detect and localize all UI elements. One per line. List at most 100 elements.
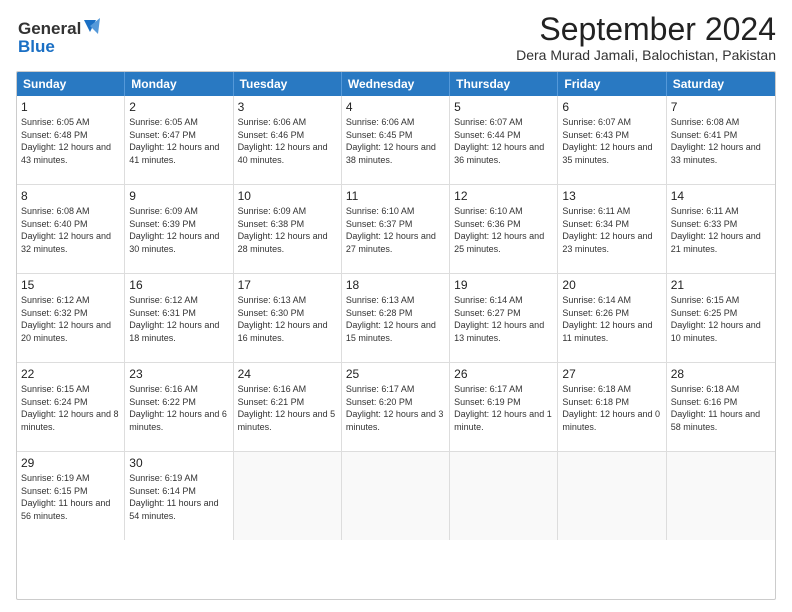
page: General Blue September 2024 Dera Murad J… (0, 0, 792, 612)
day-number: 11 (346, 188, 445, 204)
cell-3-mon: 16 Sunrise: 6:12 AM Sunset: 6:31 PM Dayl… (125, 274, 233, 362)
day-number: 2 (129, 99, 228, 115)
cell-2-sat: 14 Sunrise: 6:11 AM Sunset: 6:33 PM Dayl… (667, 185, 775, 273)
day-number: 17 (238, 277, 337, 293)
cell-3-tue: 17 Sunrise: 6:13 AM Sunset: 6:30 PM Dayl… (234, 274, 342, 362)
week-row-3: 15 Sunrise: 6:12 AM Sunset: 6:32 PM Dayl… (17, 274, 775, 363)
cell-2-wed: 11 Sunrise: 6:10 AM Sunset: 6:37 PM Dayl… (342, 185, 450, 273)
cell-info: Sunrise: 6:05 AM Sunset: 6:48 PM Dayligh… (21, 116, 120, 166)
cell-2-sun: 8 Sunrise: 6:08 AM Sunset: 6:40 PM Dayli… (17, 185, 125, 273)
header-friday: Friday (558, 72, 666, 96)
day-number: 16 (129, 277, 228, 293)
day-number: 7 (671, 99, 771, 115)
cell-3-sat: 21 Sunrise: 6:15 AM Sunset: 6:25 PM Dayl… (667, 274, 775, 362)
day-number: 30 (129, 455, 228, 471)
calendar-body: 1 Sunrise: 6:05 AM Sunset: 6:48 PM Dayli… (17, 96, 775, 540)
cell-info: Sunrise: 6:06 AM Sunset: 6:46 PM Dayligh… (238, 116, 337, 166)
day-number: 12 (454, 188, 553, 204)
cell-4-fri: 27 Sunrise: 6:18 AM Sunset: 6:18 PM Dayl… (558, 363, 666, 451)
cell-5-sun: 29 Sunrise: 6:19 AM Sunset: 6:15 PM Dayl… (17, 452, 125, 540)
title-block: September 2024 Dera Murad Jamali, Baloch… (516, 12, 776, 63)
cell-info: Sunrise: 6:12 AM Sunset: 6:32 PM Dayligh… (21, 294, 120, 344)
cell-info: Sunrise: 6:15 AM Sunset: 6:24 PM Dayligh… (21, 383, 120, 433)
cell-info: Sunrise: 6:14 AM Sunset: 6:26 PM Dayligh… (562, 294, 661, 344)
cell-3-fri: 20 Sunrise: 6:14 AM Sunset: 6:26 PM Dayl… (558, 274, 666, 362)
cell-info: Sunrise: 6:11 AM Sunset: 6:34 PM Dayligh… (562, 205, 661, 255)
cell-3-wed: 18 Sunrise: 6:13 AM Sunset: 6:28 PM Dayl… (342, 274, 450, 362)
cell-2-fri: 13 Sunrise: 6:11 AM Sunset: 6:34 PM Dayl… (558, 185, 666, 273)
cell-info: Sunrise: 6:08 AM Sunset: 6:41 PM Dayligh… (671, 116, 771, 166)
cell-4-sun: 22 Sunrise: 6:15 AM Sunset: 6:24 PM Dayl… (17, 363, 125, 451)
cell-4-thu: 26 Sunrise: 6:17 AM Sunset: 6:19 PM Dayl… (450, 363, 558, 451)
calendar: Sunday Monday Tuesday Wednesday Thursday… (16, 71, 776, 600)
cell-info: Sunrise: 6:17 AM Sunset: 6:19 PM Dayligh… (454, 383, 553, 433)
day-number: 9 (129, 188, 228, 204)
cell-info: Sunrise: 6:16 AM Sunset: 6:21 PM Dayligh… (238, 383, 337, 433)
cell-info: Sunrise: 6:19 AM Sunset: 6:15 PM Dayligh… (21, 472, 120, 522)
day-number: 8 (21, 188, 120, 204)
calendar-header: Sunday Monday Tuesday Wednesday Thursday… (17, 72, 775, 96)
cell-5-wed (342, 452, 450, 540)
svg-text:Blue: Blue (18, 37, 55, 56)
day-number: 19 (454, 277, 553, 293)
day-number: 10 (238, 188, 337, 204)
cell-4-tue: 24 Sunrise: 6:16 AM Sunset: 6:21 PM Dayl… (234, 363, 342, 451)
week-row-4: 22 Sunrise: 6:15 AM Sunset: 6:24 PM Dayl… (17, 363, 775, 452)
day-number: 20 (562, 277, 661, 293)
cell-1-sun: 1 Sunrise: 6:05 AM Sunset: 6:48 PM Dayli… (17, 96, 125, 184)
cell-1-wed: 4 Sunrise: 6:06 AM Sunset: 6:45 PM Dayli… (342, 96, 450, 184)
cell-1-fri: 6 Sunrise: 6:07 AM Sunset: 6:43 PM Dayli… (558, 96, 666, 184)
cell-3-sun: 15 Sunrise: 6:12 AM Sunset: 6:32 PM Dayl… (17, 274, 125, 362)
day-number: 25 (346, 366, 445, 382)
header-saturday: Saturday (667, 72, 775, 96)
cell-info: Sunrise: 6:11 AM Sunset: 6:33 PM Dayligh… (671, 205, 771, 255)
week-row-1: 1 Sunrise: 6:05 AM Sunset: 6:48 PM Dayli… (17, 96, 775, 185)
cell-info: Sunrise: 6:10 AM Sunset: 6:36 PM Dayligh… (454, 205, 553, 255)
header: General Blue September 2024 Dera Murad J… (16, 12, 776, 65)
cell-1-sat: 7 Sunrise: 6:08 AM Sunset: 6:41 PM Dayli… (667, 96, 775, 184)
cell-3-thu: 19 Sunrise: 6:14 AM Sunset: 6:27 PM Dayl… (450, 274, 558, 362)
cell-1-mon: 2 Sunrise: 6:05 AM Sunset: 6:47 PM Dayli… (125, 96, 233, 184)
header-sunday: Sunday (17, 72, 125, 96)
day-number: 6 (562, 99, 661, 115)
day-number: 5 (454, 99, 553, 115)
cell-2-thu: 12 Sunrise: 6:10 AM Sunset: 6:36 PM Dayl… (450, 185, 558, 273)
logo-text: General Blue (16, 12, 106, 65)
cell-2-tue: 10 Sunrise: 6:09 AM Sunset: 6:38 PM Dayl… (234, 185, 342, 273)
day-number: 24 (238, 366, 337, 382)
cell-5-sat (667, 452, 775, 540)
day-number: 26 (454, 366, 553, 382)
cell-2-mon: 9 Sunrise: 6:09 AM Sunset: 6:39 PM Dayli… (125, 185, 233, 273)
day-number: 18 (346, 277, 445, 293)
cell-4-sat: 28 Sunrise: 6:18 AM Sunset: 6:16 PM Dayl… (667, 363, 775, 451)
cell-info: Sunrise: 6:13 AM Sunset: 6:28 PM Dayligh… (346, 294, 445, 344)
header-monday: Monday (125, 72, 233, 96)
cell-5-thu (450, 452, 558, 540)
day-number: 27 (562, 366, 661, 382)
day-number: 28 (671, 366, 771, 382)
day-number: 15 (21, 277, 120, 293)
day-number: 3 (238, 99, 337, 115)
cell-1-thu: 5 Sunrise: 6:07 AM Sunset: 6:44 PM Dayli… (450, 96, 558, 184)
day-number: 21 (671, 277, 771, 293)
logo: General Blue (16, 12, 106, 65)
day-number: 14 (671, 188, 771, 204)
cell-info: Sunrise: 6:06 AM Sunset: 6:45 PM Dayligh… (346, 116, 445, 166)
cell-info: Sunrise: 6:07 AM Sunset: 6:43 PM Dayligh… (562, 116, 661, 166)
cell-info: Sunrise: 6:18 AM Sunset: 6:18 PM Dayligh… (562, 383, 661, 433)
cell-info: Sunrise: 6:10 AM Sunset: 6:37 PM Dayligh… (346, 205, 445, 255)
cell-info: Sunrise: 6:09 AM Sunset: 6:38 PM Dayligh… (238, 205, 337, 255)
cell-info: Sunrise: 6:15 AM Sunset: 6:25 PM Dayligh… (671, 294, 771, 344)
day-number: 29 (21, 455, 120, 471)
day-number: 13 (562, 188, 661, 204)
cell-info: Sunrise: 6:09 AM Sunset: 6:39 PM Dayligh… (129, 205, 228, 255)
cell-4-mon: 23 Sunrise: 6:16 AM Sunset: 6:22 PM Dayl… (125, 363, 233, 451)
cell-info: Sunrise: 6:18 AM Sunset: 6:16 PM Dayligh… (671, 383, 771, 433)
svg-text:General: General (18, 19, 81, 38)
header-tuesday: Tuesday (234, 72, 342, 96)
header-wednesday: Wednesday (342, 72, 450, 96)
cell-info: Sunrise: 6:07 AM Sunset: 6:44 PM Dayligh… (454, 116, 553, 166)
header-thursday: Thursday (450, 72, 558, 96)
day-number: 1 (21, 99, 120, 115)
month-title: September 2024 (516, 12, 776, 47)
